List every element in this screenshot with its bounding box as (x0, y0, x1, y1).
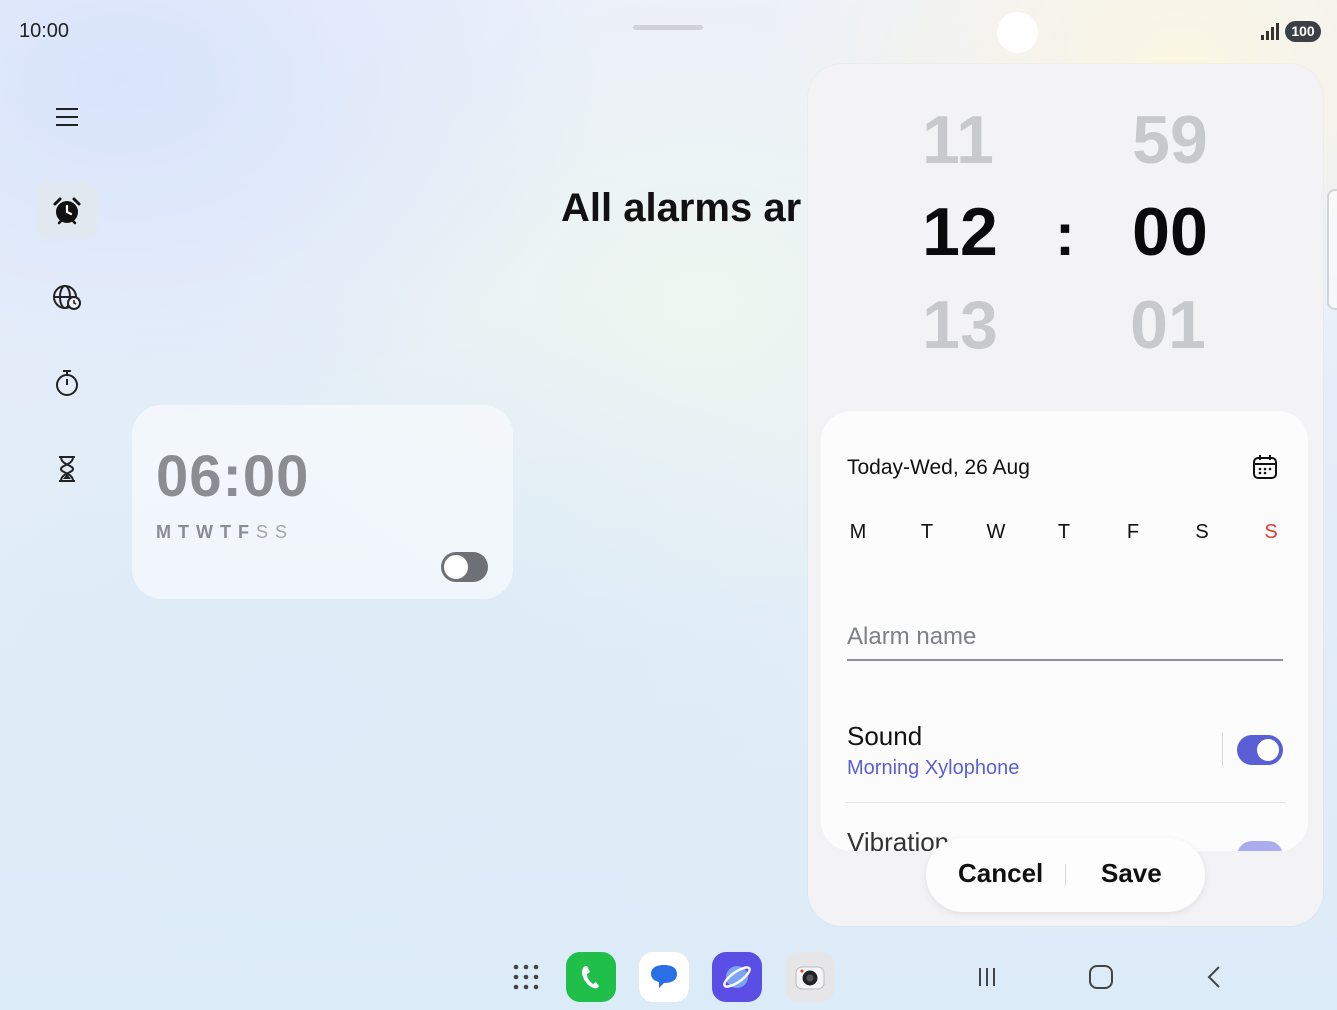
alarm-settings-card: Today-Wed, 26 Aug M T W T F S S Sound Mo… (821, 411, 1308, 851)
vibration-title[interactable]: Vibration (847, 827, 949, 851)
alarm-day: T (220, 522, 235, 542)
status-time: 10:00 (19, 20, 70, 42)
back-icon (1207, 966, 1220, 988)
phone-app-icon (581, 966, 599, 989)
vibration-toggle[interactable] (1237, 841, 1283, 851)
apps-grid-button[interactable] (501, 952, 551, 1002)
alarm-day: S (275, 522, 292, 542)
action-bar: Cancel Save (926, 838, 1205, 912)
camera-cutout (997, 12, 1038, 53)
recents-button[interactable] (972, 962, 1002, 992)
minute-selected[interactable]: 00 (1110, 193, 1230, 271)
alarm-day: S (256, 522, 273, 542)
rail-item-alarm[interactable] (35, 182, 98, 239)
home-button[interactable] (1086, 962, 1116, 992)
menu-icon (55, 107, 78, 126)
save-button[interactable]: Save (1101, 858, 1162, 889)
internet-app-icon (723, 966, 751, 988)
alarm-clock-icon (53, 197, 80, 224)
messages-app[interactable] (639, 952, 689, 1002)
phone-app[interactable] (566, 952, 616, 1002)
alarm-day: W (196, 522, 217, 542)
stopwatch-icon (55, 369, 78, 396)
divider (845, 802, 1286, 803)
weekday-toggle-wed[interactable]: W (984, 521, 1008, 544)
alarm-day: T (178, 522, 193, 542)
camera-app-icon (795, 966, 825, 990)
weekday-toggle-sun[interactable]: S (1259, 521, 1283, 544)
divider (1065, 864, 1066, 886)
alarm-date: Today-Wed, 26 Aug (847, 456, 1030, 479)
alarm-time: 06:00 (156, 444, 310, 509)
globe-clock-icon (52, 284, 81, 310)
sound-value[interactable]: Morning Xylophone (847, 757, 1019, 780)
hour-above[interactable]: 11 (898, 101, 1018, 179)
sound-toggle[interactable] (1237, 735, 1283, 765)
alarm-toggle[interactable] (441, 552, 488, 582)
drag-handle[interactable] (633, 25, 703, 30)
rail-item-stopwatch[interactable] (35, 354, 98, 411)
weekday-toggle-mon[interactable]: M (846, 521, 870, 544)
alarm-card[interactable]: 06:00 M T W T F S S (132, 405, 513, 599)
minute-below[interactable]: 01 (1108, 286, 1228, 364)
edge-panel-handle[interactable] (1327, 189, 1337, 310)
rail-item-world-clock[interactable] (35, 268, 98, 325)
battery-badge: 100 (1285, 21, 1321, 42)
page-heading: All alarms ar (561, 186, 802, 230)
camera-app[interactable] (785, 952, 835, 1002)
messages-app-icon (651, 965, 677, 988)
alarm-days: M T W T F S S (156, 522, 294, 543)
calendar-icon[interactable] (1252, 454, 1278, 480)
cancel-button[interactable]: Cancel (958, 858, 1043, 889)
apps-grid-icon (513, 964, 539, 990)
alarm-name-input[interactable] (847, 614, 1283, 661)
internet-app[interactable] (712, 952, 762, 1002)
signal-icon (1261, 23, 1279, 40)
hour-selected[interactable]: 12 (900, 193, 1020, 271)
hourglass-icon (58, 455, 75, 482)
weekday-toggle-fri[interactable]: F (1121, 521, 1145, 544)
minute-above[interactable]: 59 (1110, 101, 1230, 179)
alarm-editor-panel: 11 12 13 : 59 00 01 Today-Wed, 26 Aug M … (808, 64, 1323, 926)
recents-icon (979, 968, 995, 986)
back-button[interactable] (1200, 962, 1230, 992)
menu-button[interactable] (35, 88, 98, 145)
sound-title[interactable]: Sound (847, 721, 922, 752)
home-icon (1089, 965, 1113, 989)
time-separator: : (1055, 201, 1075, 268)
hour-below[interactable]: 13 (900, 286, 1020, 364)
weekday-toggle-thu[interactable]: T (1052, 521, 1076, 544)
rail-item-timer[interactable] (35, 440, 98, 497)
divider (1222, 733, 1223, 766)
alarm-day: M (156, 522, 175, 542)
alarm-day: F (238, 522, 253, 542)
weekday-toggle-sat[interactable]: S (1190, 521, 1214, 544)
weekday-toggle-tue[interactable]: T (915, 521, 939, 544)
